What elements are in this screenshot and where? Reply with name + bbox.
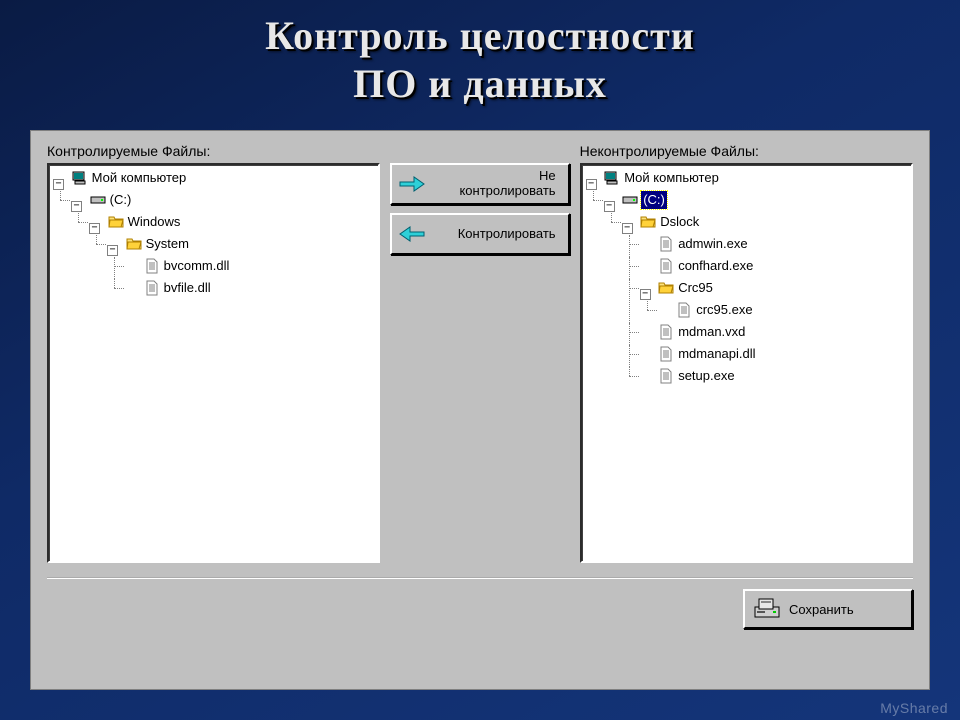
tree-node-folder[interactable]: Crc95 [656, 279, 716, 297]
folder-open-icon [658, 280, 674, 296]
drive-icon [622, 192, 638, 208]
controlled-panel: Контролируемые Файлы: − Мой компьютер [47, 143, 380, 563]
to-uncontrolled-button[interactable]: Не контролировать [390, 163, 569, 205]
folder-open-icon [640, 214, 656, 230]
node-label: Мой компьютер [91, 169, 188, 187]
file-icon [676, 302, 692, 318]
node-label: (C:) [109, 191, 133, 209]
node-label: bvfile.dll [163, 279, 212, 297]
controlled-label: Контролируемые Файлы: [47, 143, 380, 159]
tree-node-file[interactable]: bvcomm.dll [142, 257, 233, 275]
uncontrolled-panel: Неконтролируемые Файлы: − Мой компьютер [580, 143, 913, 563]
file-icon [658, 236, 674, 252]
expander-icon[interactable]: − [53, 179, 64, 190]
file-icon [658, 258, 674, 274]
save-disk-icon [753, 597, 781, 621]
computer-icon [72, 170, 88, 186]
tree-node-folder[interactable]: Windows [106, 213, 184, 231]
expander-icon[interactable]: − [622, 223, 633, 234]
title-line-2: ПО и данных [353, 61, 607, 106]
tree-node-file[interactable]: crc95.exe [674, 301, 755, 319]
node-label: Мой компьютер [623, 169, 720, 187]
node-label: Crc95 [677, 279, 714, 297]
folder-open-icon [126, 236, 142, 252]
dialog-footer: Сохранить [47, 577, 913, 629]
tree-node-file[interactable]: bvfile.dll [142, 279, 214, 297]
file-icon [144, 258, 160, 274]
drive-icon [90, 192, 106, 208]
expander-icon[interactable]: − [640, 289, 651, 300]
controlled-tree[interactable]: − Мой компьютер − [47, 163, 380, 563]
node-label: confhard.exe [677, 257, 754, 275]
tree-node-file[interactable]: mdmanapi.dll [656, 345, 758, 363]
node-label: Windows [127, 213, 182, 231]
button-label: Сохранить [789, 602, 854, 617]
expander-icon[interactable]: − [604, 201, 615, 212]
tree-node-folder[interactable]: System [124, 235, 192, 253]
tree-node-file[interactable]: setup.exe [656, 367, 737, 385]
node-label: setup.exe [677, 367, 735, 385]
file-icon [658, 346, 674, 362]
watermark: MyShared [880, 700, 948, 716]
to-controlled-button[interactable]: Контролировать [390, 213, 569, 255]
slide-title: Контроль целостности ПО и данных [0, 0, 960, 116]
transfer-buttons: Не контролировать Контролировать [390, 143, 569, 563]
title-line-1: Контроль целостности [265, 13, 695, 58]
node-label: System [145, 235, 190, 253]
tree-node-file[interactable]: confhard.exe [656, 257, 756, 275]
expander-icon[interactable]: − [71, 201, 82, 212]
node-label: crc95.exe [695, 301, 753, 319]
tree-node-drive[interactable]: (C:) [88, 191, 135, 209]
integrity-dialog: Контролируемые Файлы: − Мой компьютер [30, 130, 930, 690]
save-button[interactable]: Сохранить [743, 589, 913, 629]
computer-icon [604, 170, 620, 186]
node-label: Dslock [659, 213, 700, 231]
tree-node-file[interactable]: mdman.vxd [656, 323, 748, 341]
uncontrolled-label: Неконтролируемые Файлы: [580, 143, 913, 159]
file-icon [144, 280, 160, 296]
file-icon [658, 368, 674, 384]
node-label: mdman.vxd [677, 323, 746, 341]
node-label: admwin.exe [677, 235, 748, 253]
expander-icon[interactable]: − [586, 179, 597, 190]
arrow-right-icon [398, 174, 426, 194]
expander-icon[interactable]: − [107, 245, 118, 256]
node-label: mdmanapi.dll [677, 345, 756, 363]
uncontrolled-tree[interactable]: − Мой компьютер − [580, 163, 913, 563]
tree-node-drive-selected[interactable]: (C:) [620, 191, 669, 209]
arrow-left-icon [398, 224, 426, 244]
tree-node-computer[interactable]: Мой компьютер [602, 169, 722, 187]
tree-node-computer[interactable]: Мой компьютер [70, 169, 190, 187]
folder-open-icon [108, 214, 124, 230]
expander-icon[interactable]: − [89, 223, 100, 234]
tree-node-folder[interactable]: Dslock [638, 213, 702, 231]
button-label: Не контролировать [426, 169, 561, 199]
node-label: (C:) [641, 191, 667, 209]
tree-node-file[interactable]: admwin.exe [656, 235, 750, 253]
node-label: bvcomm.dll [163, 257, 231, 275]
button-label: Контролировать [426, 227, 561, 242]
file-icon [658, 324, 674, 340]
